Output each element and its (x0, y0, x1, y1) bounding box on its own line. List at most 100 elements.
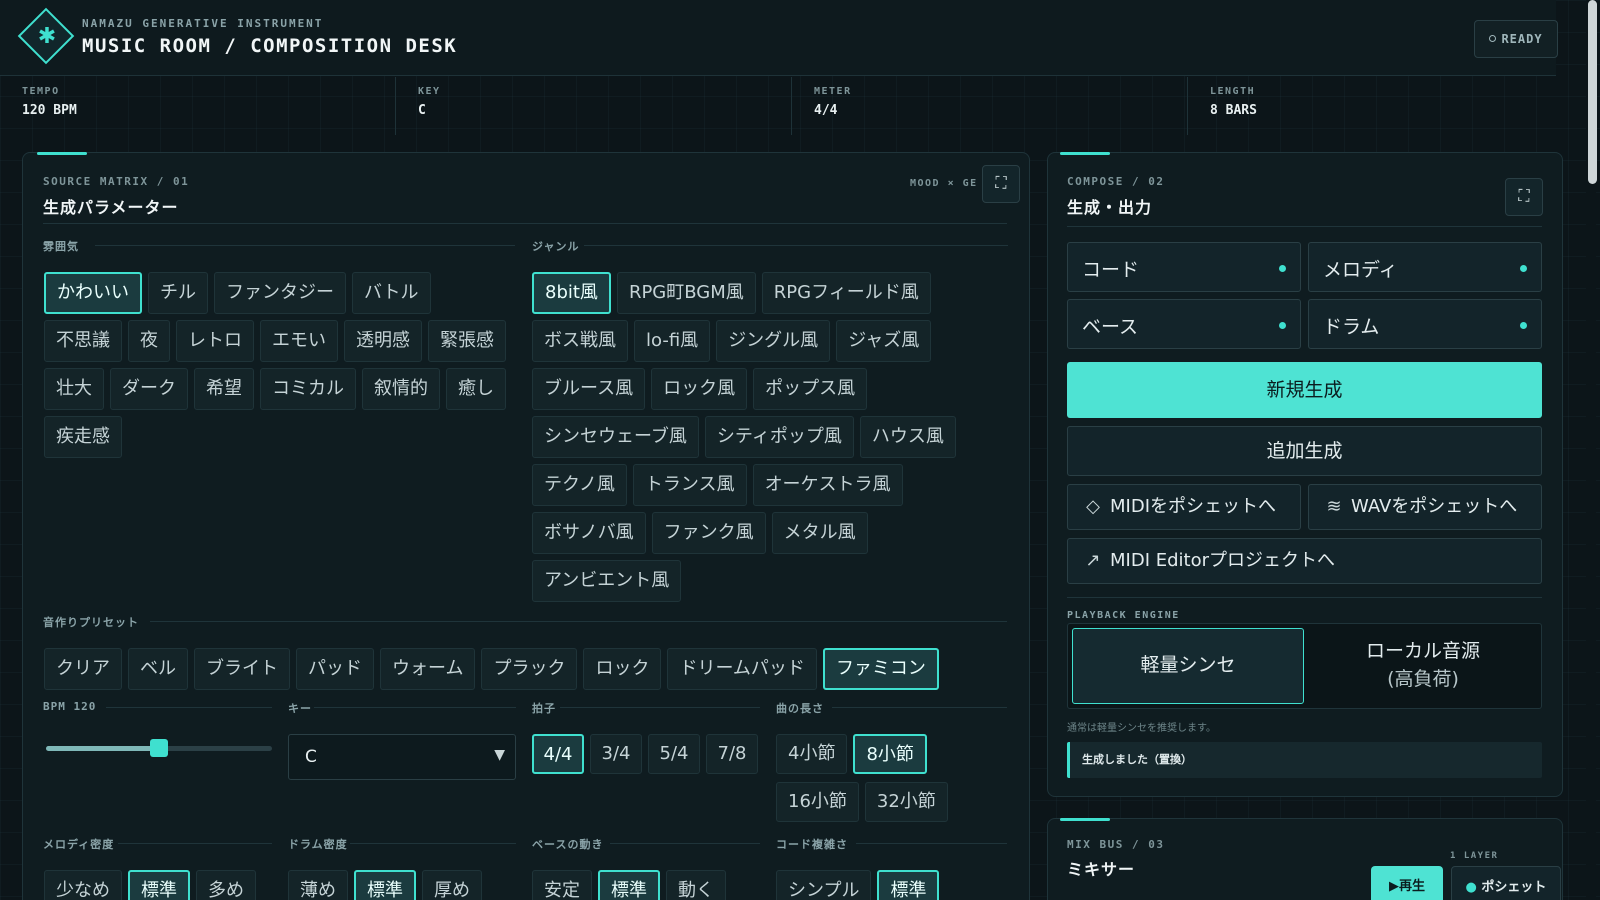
genre-chip[interactable]: ブルース風 (532, 368, 646, 410)
meter-chip[interactable]: 3/4 (590, 734, 642, 774)
play-button[interactable]: ▶再生 (1371, 866, 1443, 900)
expand-icon[interactable]: ⛶ (1505, 178, 1543, 216)
part-toggle-chord[interactable]: コード (1067, 242, 1301, 292)
divider (610, 843, 760, 844)
preset-chip[interactable]: ベル (128, 648, 188, 690)
meter-row: 4/4 3/4 5/4 7/8 (532, 734, 758, 774)
genre-chip[interactable]: オーケストラ風 (752, 464, 903, 506)
melody-density-chip[interactable]: 少なめ (44, 870, 122, 900)
genre-row: ボサノバ風 ファンク風 メタル風 (532, 512, 868, 554)
genre-chip[interactable]: シティポップ風 (704, 416, 854, 458)
preset-chip[interactable]: クリア (44, 648, 122, 690)
meter-chip[interactable]: 5/4 (648, 734, 700, 774)
melody-density-chip[interactable]: 多め (196, 870, 256, 900)
status-dot-icon (1489, 35, 1497, 42)
preset-chip[interactable]: ウォーム (380, 648, 476, 690)
genre-chip[interactable]: シンセウェーブ風 (532, 416, 699, 458)
mood-chip[interactable]: バトル (352, 272, 431, 314)
mix-pochette-button[interactable]: ● ポシェット (1451, 866, 1561, 900)
bass-motion-chip[interactable]: 安定 (532, 870, 592, 900)
mood-chip[interactable]: ファンタジー (214, 272, 346, 314)
chord-complexity-chip[interactable]: 標準 (877, 870, 940, 900)
stat-label: KEY (418, 86, 441, 97)
preset-chip[interactable]: パッド (296, 648, 374, 690)
new-generate-button[interactable]: 新規生成 (1067, 362, 1542, 418)
genre-chip[interactable]: RPG町BGM風 (616, 272, 756, 314)
genre-chip[interactable]: テクノ風 (532, 464, 627, 506)
bass-motion-chip[interactable]: 標準 (598, 870, 660, 900)
mood-chip[interactable]: かわいい (44, 272, 142, 314)
genre-chip[interactable]: RPGフィールド風 (761, 272, 931, 314)
mood-chip[interactable]: 壮大 (44, 368, 104, 410)
preset-chip[interactable]: ドリームパッド (667, 648, 817, 690)
wav-pochette-button[interactable]: ≋ WAVをポシェットへ (1308, 484, 1542, 530)
engine-label: PLAYBACK ENGINE (1067, 610, 1180, 621)
mood-chip[interactable]: エモい (260, 320, 338, 362)
genre-chip[interactable]: ボサノバ風 (532, 512, 646, 554)
chord-complexity-chip[interactable]: シンプル (776, 870, 872, 900)
mood-chip[interactable]: レトロ (176, 320, 254, 362)
length-chip[interactable]: 8小節 (853, 734, 927, 774)
engine-local-option[interactable]: ローカル音源 (高負荷) (1308, 628, 1538, 704)
divider (856, 843, 1007, 844)
genre-chip[interactable]: ジングル風 (716, 320, 831, 362)
preset-chip[interactable]: プラック (481, 648, 578, 690)
meter-chip[interactable]: 4/4 (532, 734, 584, 774)
midi-pochette-button[interactable]: ◇ MIDIをポシェットへ (1067, 484, 1301, 530)
part-toggle-drum[interactable]: ドラム (1308, 299, 1542, 349)
add-generate-button[interactable]: 追加生成 (1067, 426, 1542, 476)
scrollbar-thumb[interactable] (1588, 0, 1597, 184)
genre-chip[interactable]: 8bit風 (532, 272, 611, 314)
preset-chip[interactable]: ファミコン (822, 648, 939, 690)
genre-chip[interactable]: ハウス風 (859, 416, 956, 458)
bpm-slider[interactable] (46, 739, 272, 757)
mood-chip[interactable]: 緊張感 (428, 320, 506, 362)
mood-chip[interactable]: ダーク (110, 368, 188, 410)
length-chip[interactable]: 16小節 (776, 782, 859, 822)
source-right-label: MOOD × GE (910, 178, 978, 189)
genre-chip[interactable]: アンビエント風 (532, 560, 682, 602)
melody-density-chip[interactable]: 標準 (128, 870, 190, 900)
stat-tempo: TEMPO 120 BPM (0, 77, 396, 135)
genre-chip[interactable]: ポップス風 (753, 368, 868, 410)
genre-chip[interactable]: ロック風 (651, 368, 748, 410)
part-toggle-melody[interactable]: メロディ (1308, 242, 1542, 292)
genre-chip[interactable]: lo-fi風 (634, 320, 711, 362)
expand-icon[interactable]: ⛶ (982, 165, 1020, 203)
meter-chip[interactable]: 7/8 (706, 734, 758, 774)
genre-chip[interactable]: メタル風 (771, 512, 868, 554)
mood-chip[interactable]: 不思議 (44, 320, 122, 362)
bpm-slider-thumb[interactable] (150, 739, 168, 757)
mood-chip[interactable]: 透明感 (344, 320, 422, 362)
genre-label: ジャンル (532, 240, 580, 253)
melody-density-label: メロディ密度 (43, 838, 115, 851)
genre-chip[interactable]: ボス戦風 (532, 320, 628, 362)
preset-chip[interactable]: ブライト (194, 648, 290, 690)
genre-row: ブルース風 ロック風 ポップス風 (532, 368, 868, 410)
drum-density-chip[interactable]: 薄め (288, 870, 348, 900)
length-chip[interactable]: 4小節 (776, 734, 848, 774)
drum-density-chip[interactable]: 厚め (422, 870, 482, 900)
mood-chip[interactable]: 夜 (128, 320, 170, 362)
drum-density-chip[interactable]: 標準 (354, 870, 416, 900)
mood-chip[interactable]: 癒し (446, 368, 506, 410)
preset-chip[interactable]: ロック (583, 648, 662, 690)
engine-light-option[interactable]: 軽量シンセ (1072, 628, 1304, 704)
mood-chip[interactable]: 叙情的 (362, 368, 440, 410)
part-toggle-bass[interactable]: ベース (1067, 299, 1301, 349)
mood-chip[interactable]: コミカル (260, 368, 356, 410)
mood-chip[interactable]: チル (148, 272, 208, 314)
genre-chip[interactable]: ファンク風 (651, 512, 766, 554)
bass-motion-chip[interactable]: 動く (666, 870, 726, 900)
genre-chip[interactable]: トランス風 (632, 464, 747, 506)
mood-chip[interactable]: 希望 (194, 368, 254, 410)
mood-chip[interactable]: 疾走感 (44, 416, 122, 458)
length-chip[interactable]: 32小節 (864, 782, 948, 822)
part-label: ベース (1082, 316, 1139, 338)
genre-chip[interactable]: ジャズ風 (836, 320, 932, 362)
key-select[interactable]: C ▼ (288, 734, 516, 780)
genre-row: アンビエント風 (532, 560, 682, 602)
key-label: キー (288, 702, 312, 715)
panel-accent (1060, 152, 1110, 155)
midi-editor-button[interactable]: ↗ MIDI Editorプロジェクトへ (1067, 538, 1542, 584)
